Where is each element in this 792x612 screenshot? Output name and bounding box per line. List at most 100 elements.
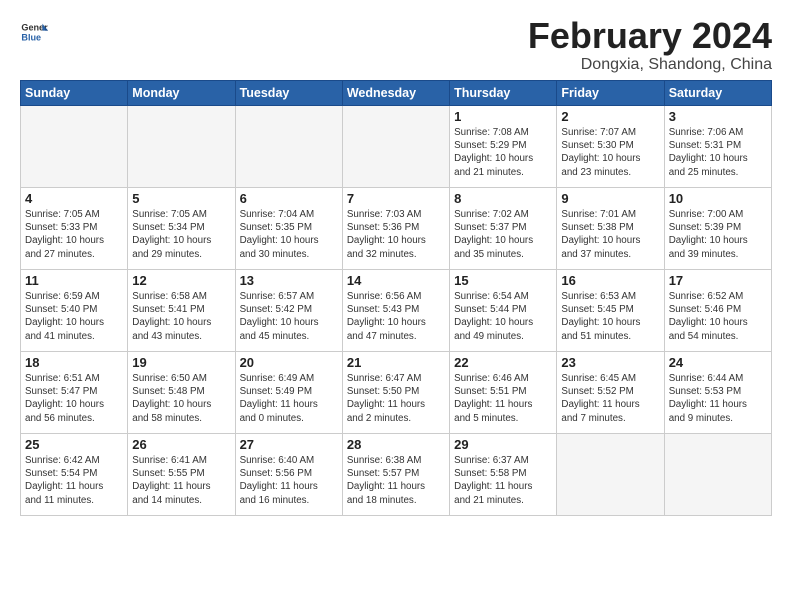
day-number: 29	[454, 437, 552, 452]
cell-info: Sunrise: 6:49 AMSunset: 5:49 PMDaylight:…	[240, 372, 338, 425]
calendar-cell: 12 Sunrise: 6:58 AMSunset: 5:41 PMDayligh…	[128, 270, 235, 352]
month-title: February 2024	[528, 18, 772, 54]
calendar-table: Sunday Monday Tuesday Wednesday Thursday…	[20, 80, 772, 516]
calendar-cell: 22 Sunrise: 6:46 AMSunset: 5:51 PMDayligh…	[450, 352, 557, 434]
location-subtitle: Dongxia, Shandong, China	[528, 56, 772, 74]
calendar-cell: 9 Sunrise: 7:01 AMSunset: 5:38 PMDaylight…	[557, 188, 664, 270]
calendar-cell: 26 Sunrise: 6:41 AMSunset: 5:55 PMDayligh…	[128, 434, 235, 516]
cell-info: Sunrise: 6:47 AMSunset: 5:50 PMDaylight:…	[347, 372, 445, 425]
calendar-cell	[664, 434, 771, 516]
day-number: 21	[347, 355, 445, 370]
weekday-thursday: Thursday	[450, 81, 557, 106]
calendar-week-3: 18 Sunrise: 6:51 AMSunset: 5:47 PMDayligh…	[21, 352, 772, 434]
calendar-week-1: 4 Sunrise: 7:05 AMSunset: 5:33 PMDaylight…	[21, 188, 772, 270]
calendar-cell: 7Sunrise: 7:03 AMSunset: 5:36 PMDaylight…	[342, 188, 449, 270]
calendar-cell	[342, 106, 449, 188]
weekday-monday: Monday	[128, 81, 235, 106]
cell-info: Sunrise: 6:59 AMSunset: 5:40 PMDaylight:…	[25, 290, 123, 343]
day-number: 28	[347, 437, 445, 452]
cell-info: Sunrise: 7:05 AMSunset: 5:34 PMDaylight:…	[132, 208, 230, 261]
day-number: 17	[669, 273, 767, 288]
day-number: 7	[347, 191, 445, 206]
day-number: 4	[25, 191, 123, 206]
day-number: 22	[454, 355, 552, 370]
weekday-wednesday: Wednesday	[342, 81, 449, 106]
page: General Blue February 2024 Dongxia, Shan…	[0, 0, 792, 526]
day-number: 11	[25, 273, 123, 288]
cell-info: Sunrise: 6:40 AMSunset: 5:56 PMDaylight:…	[240, 454, 338, 507]
calendar-cell: 21 Sunrise: 6:47 AMSunset: 5:50 PMDayligh…	[342, 352, 449, 434]
cell-info: Sunrise: 6:46 AMSunset: 5:51 PMDaylight:…	[454, 372, 552, 425]
cell-info: Sunrise: 7:08 AMSunset: 5:29 PMDaylight:…	[454, 126, 552, 179]
svg-text:Blue: Blue	[21, 32, 41, 42]
calendar-header: Sunday Monday Tuesday Wednesday Thursday…	[21, 81, 772, 106]
calendar-week-0: 1 Sunrise: 7:08 AMSunset: 5:29 PMDaylight…	[21, 106, 772, 188]
day-number: 20	[240, 355, 338, 370]
cell-info: Sunrise: 6:53 AMSunset: 5:45 PMDaylight:…	[561, 290, 659, 343]
calendar-cell: 4 Sunrise: 7:05 AMSunset: 5:33 PMDaylight…	[21, 188, 128, 270]
weekday-friday: Friday	[557, 81, 664, 106]
calendar-cell: 18 Sunrise: 6:51 AMSunset: 5:47 PMDayligh…	[21, 352, 128, 434]
calendar-cell: 24Sunrise: 6:44 AMSunset: 5:53 PMDayligh…	[664, 352, 771, 434]
day-number: 23	[561, 355, 659, 370]
cell-info: Sunrise: 7:00 AMSunset: 5:39 PMDaylight:…	[669, 208, 767, 261]
day-number: 26	[132, 437, 230, 452]
day-number: 6	[240, 191, 338, 206]
day-number: 9	[561, 191, 659, 206]
logo: General Blue	[20, 18, 48, 46]
calendar-cell: 5 Sunrise: 7:05 AMSunset: 5:34 PMDaylight…	[128, 188, 235, 270]
day-number: 12	[132, 273, 230, 288]
cell-info: Sunrise: 6:58 AMSunset: 5:41 PMDaylight:…	[132, 290, 230, 343]
day-number: 13	[240, 273, 338, 288]
cell-info: Sunrise: 6:56 AMSunset: 5:43 PMDaylight:…	[347, 290, 445, 343]
calendar-cell: 11 Sunrise: 6:59 AMSunset: 5:40 PMDayligh…	[21, 270, 128, 352]
weekday-saturday: Saturday	[664, 81, 771, 106]
weekday-row: Sunday Monday Tuesday Wednesday Thursday…	[21, 81, 772, 106]
calendar-cell: 14 Sunrise: 6:56 AMSunset: 5:43 PMDayligh…	[342, 270, 449, 352]
cell-info: Sunrise: 7:01 AMSunset: 5:38 PMDaylight:…	[561, 208, 659, 261]
weekday-tuesday: Tuesday	[235, 81, 342, 106]
calendar-cell: 23Sunrise: 6:45 AMSunset: 5:52 PMDayligh…	[557, 352, 664, 434]
cell-info: Sunrise: 6:51 AMSunset: 5:47 PMDaylight:…	[25, 372, 123, 425]
calendar-cell: 17 Sunrise: 6:52 AMSunset: 5:46 PMDayligh…	[664, 270, 771, 352]
day-number: 5	[132, 191, 230, 206]
day-number: 1	[454, 109, 552, 124]
day-number: 10	[669, 191, 767, 206]
calendar-cell: 8Sunrise: 7:02 AMSunset: 5:37 PMDaylight…	[450, 188, 557, 270]
calendar-cell: 3Sunrise: 7:06 AMSunset: 5:31 PMDaylight…	[664, 106, 771, 188]
calendar-cell	[557, 434, 664, 516]
day-number: 27	[240, 437, 338, 452]
cell-info: Sunrise: 7:05 AMSunset: 5:33 PMDaylight:…	[25, 208, 123, 261]
day-number: 25	[25, 437, 123, 452]
calendar-cell	[128, 106, 235, 188]
calendar-cell: 1 Sunrise: 7:08 AMSunset: 5:29 PMDaylight…	[450, 106, 557, 188]
title-block: February 2024 Dongxia, Shandong, China	[528, 18, 772, 74]
day-number: 18	[25, 355, 123, 370]
cell-info: Sunrise: 6:50 AMSunset: 5:48 PMDaylight:…	[132, 372, 230, 425]
cell-info: Sunrise: 6:41 AMSunset: 5:55 PMDaylight:…	[132, 454, 230, 507]
day-number: 8	[454, 191, 552, 206]
cell-info: Sunrise: 6:52 AMSunset: 5:46 PMDaylight:…	[669, 290, 767, 343]
calendar-cell: 27 Sunrise: 6:40 AMSunset: 5:56 PMDayligh…	[235, 434, 342, 516]
calendar-cell: 20 Sunrise: 6:49 AMSunset: 5:49 PMDayligh…	[235, 352, 342, 434]
day-number: 14	[347, 273, 445, 288]
calendar-body: 1 Sunrise: 7:08 AMSunset: 5:29 PMDaylight…	[21, 106, 772, 516]
calendar-week-4: 25 Sunrise: 6:42 AMSunset: 5:54 PMDayligh…	[21, 434, 772, 516]
calendar-cell: 19Sunrise: 6:50 AMSunset: 5:48 PMDayligh…	[128, 352, 235, 434]
cell-info: Sunrise: 7:06 AMSunset: 5:31 PMDaylight:…	[669, 126, 767, 179]
cell-info: Sunrise: 6:38 AMSunset: 5:57 PMDaylight:…	[347, 454, 445, 507]
cell-info: Sunrise: 7:07 AMSunset: 5:30 PMDaylight:…	[561, 126, 659, 179]
cell-info: Sunrise: 7:04 AMSunset: 5:35 PMDaylight:…	[240, 208, 338, 261]
calendar-cell: 2Sunrise: 7:07 AMSunset: 5:30 PMDaylight…	[557, 106, 664, 188]
calendar-cell	[235, 106, 342, 188]
calendar-cell: 15 Sunrise: 6:54 AMSunset: 5:44 PMDayligh…	[450, 270, 557, 352]
day-number: 16	[561, 273, 659, 288]
day-number: 15	[454, 273, 552, 288]
calendar-cell: 16 Sunrise: 6:53 AMSunset: 5:45 PMDayligh…	[557, 270, 664, 352]
calendar-cell	[21, 106, 128, 188]
cell-info: Sunrise: 6:44 AMSunset: 5:53 PMDaylight:…	[669, 372, 767, 425]
calendar-cell: 13Sunrise: 6:57 AMSunset: 5:42 PMDayligh…	[235, 270, 342, 352]
cell-info: Sunrise: 6:42 AMSunset: 5:54 PMDaylight:…	[25, 454, 123, 507]
cell-info: Sunrise: 6:54 AMSunset: 5:44 PMDaylight:…	[454, 290, 552, 343]
logo-icon: General Blue	[20, 18, 48, 46]
